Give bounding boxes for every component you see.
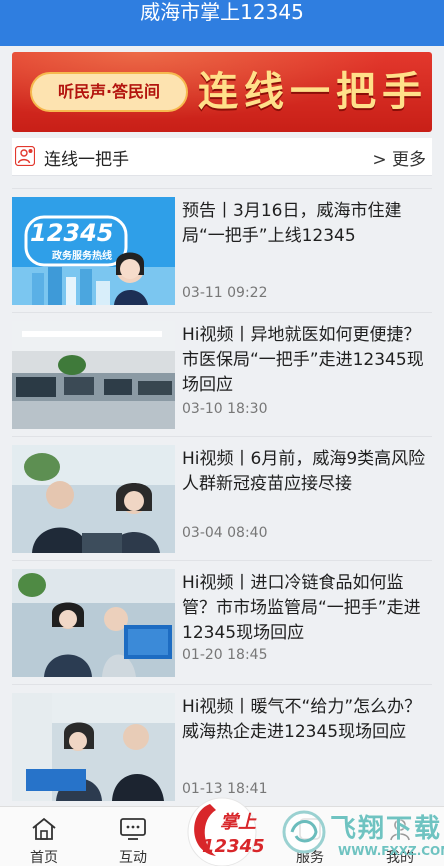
center-logo-button[interactable]: 掌上 12345 [182, 794, 265, 866]
tab-label: 互动 [119, 850, 147, 866]
list-item[interactable]: Hi视频丨进口冷链食品如何监管？市市场监管局“一把手”走进12345现场回应 0… [12, 560, 432, 684]
logo-bottom-text: 12345 [202, 836, 265, 857]
article-date: 01-20 18:45 [182, 647, 268, 663]
page-title: 威海市掌上12345 [140, 0, 304, 24]
home-icon [32, 817, 56, 840]
app-titlebar: 威海市掌上12345 [0, 0, 444, 46]
banner-slogan: 听民声·答民间 [30, 72, 188, 112]
article-list: 12345 政务服务热线 预告丨3月16日，威海市住建局“一把手”上线12345… [12, 188, 432, 808]
article-date: 03-10 18:30 [182, 401, 268, 417]
list-item[interactable]: Hi视频丨6月前，威海9类高风险人群新冠疫苗应接尽接 03-04 08:40 [12, 436, 432, 560]
article-headline: Hi视频丨6月前，威海9类高风险人群新冠疫苗应接尽接 [182, 449, 426, 494]
watermark-text: 飞翔下载 [330, 814, 443, 844]
office-photo-image [12, 321, 175, 429]
lianxian-banner[interactable]: 听民声·答民间 连线一把手 [12, 52, 432, 132]
more-link[interactable]: > 更多 [372, 145, 426, 170]
article-headline: Hi视频丨暖气不“给力”怎么办？威海热企走进12345现场回应 [182, 697, 422, 742]
list-item[interactable]: Hi视频丨暖气不“给力”怎么办？威海热企走进12345现场回应 01-13 18… [12, 684, 432, 808]
section-header: 连线一把手 > 更多 [12, 138, 432, 176]
heating-hotline-photo-image [12, 693, 175, 801]
article-headline: Hi视频丨异地就医如何更便捷？市医保局“一把手”走进12345现场回应 [182, 325, 424, 395]
tab-home[interactable]: 首页 [4, 807, 84, 866]
article-headline: 预告丨3月16日，威海市住建局“一把手”上线12345 [182, 201, 402, 246]
article-date: 03-11 09:22 [182, 285, 268, 301]
watermark-url: WWW.FXXZ.COM [338, 844, 444, 858]
list-item[interactable]: 12345 政务服务热线 预告丨3月16日，威海市住建局“一把手”上线12345… [12, 188, 432, 312]
people-icon [15, 146, 35, 166]
article-headline: Hi视频丨进口冷链食品如何监管？市市场监管局“一把手”走进12345现场回应 [182, 573, 421, 643]
list-item[interactable]: Hi视频丨异地就医如何更便捷？市医保局“一把手”走进12345现场回应 03-1… [12, 312, 432, 436]
tab-label: 首页 [30, 850, 58, 866]
hotline-number-text: 12345 [30, 219, 114, 247]
logo-top-text: 掌上 [220, 812, 256, 833]
section-title: 连线一把手 [44, 150, 129, 170]
operators-photo-image [12, 445, 175, 553]
chat-tv-icon [120, 818, 146, 840]
hotline-sub-text: 政务服务热线 [52, 251, 112, 262]
site-watermark: 飞翔下载 WWW.FXXZ.COM [278, 802, 444, 866]
banner-title: 连线一把手 [198, 69, 428, 115]
call-center-photo-image [12, 569, 175, 677]
tab-interact[interactable]: 互动 [93, 807, 173, 866]
article-date: 03-04 08:40 [182, 525, 268, 541]
